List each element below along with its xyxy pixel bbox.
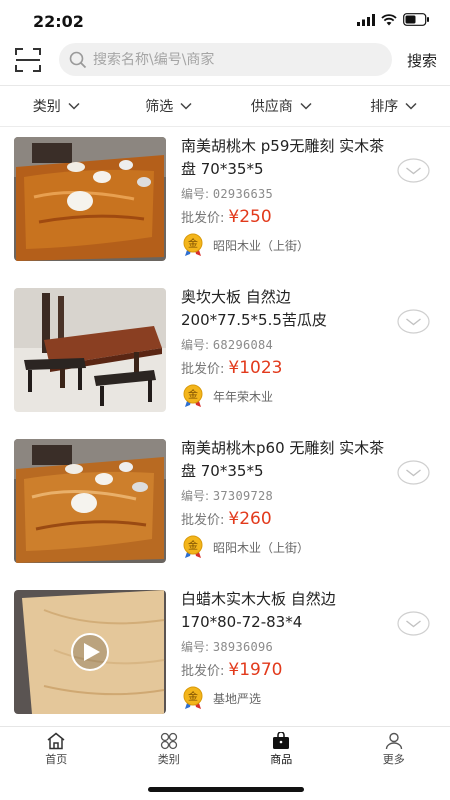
tab-more-label: 更多 <box>382 753 405 766</box>
product-price-row: 批发价: ¥1023 <box>181 358 282 378</box>
chevron-down-icon <box>300 102 312 110</box>
signal-icon <box>357 13 375 26</box>
seller-info[interactable]: 金 基地严选 <box>181 686 261 710</box>
product-code-label: 编号: <box>181 338 210 352</box>
wifi-icon <box>381 13 397 25</box>
tab-home[interactable]: 首页 <box>0 727 113 768</box>
filter-bar: 类别 筛选 供应商 排序 <box>0 86 450 126</box>
product-code-value: 68296084 <box>212 338 274 352</box>
seller-name: 昭阳木业（上街） <box>213 540 310 555</box>
product-image[interactable] <box>14 288 166 412</box>
filter-supplier-label: 供应商 <box>250 99 293 115</box>
expand-chevron-icon[interactable] <box>397 158 430 183</box>
filter-sort[interactable]: 排序 <box>338 86 450 126</box>
product-title[interactable]: 南美胡桃木 p59无雕刻 实木茶盘 70*35*5 <box>181 135 391 181</box>
product-title[interactable]: 南美胡桃木p60 无雕刻 实木茶盘 70*35*5 <box>181 437 391 483</box>
price-value: ¥260 <box>228 509 272 529</box>
product-image[interactable] <box>14 137 166 261</box>
svg-text:金: 金 <box>188 237 198 250</box>
battery-icon <box>403 13 429 26</box>
product-title[interactable]: 白蜡木实木大板 自然边 170*80-72-83*4 <box>181 588 391 634</box>
product-code-label: 编号: <box>181 489 210 503</box>
seller-info[interactable]: 金 年年荣木业 <box>181 384 273 408</box>
price-label: 批发价: <box>181 664 225 679</box>
svg-text:金: 金 <box>188 690 198 703</box>
expand-chevron-icon[interactable] <box>397 309 430 334</box>
product-code: 编号: 02936635 <box>181 185 273 202</box>
price-label: 批发价: <box>181 513 225 528</box>
tab-more[interactable]: 更多 <box>338 727 450 768</box>
search-icon <box>69 51 87 68</box>
filter-category[interactable]: 类别 <box>0 86 113 126</box>
expand-chevron-icon[interactable] <box>397 611 430 636</box>
bottom-tab-bar: 首页 类别 商品 更多 <box>0 726 450 768</box>
product-list: 南美胡桃木 p59无雕刻 实木茶盘 70*35*5 编号: 02936635 批… <box>0 127 450 725</box>
chevron-down-icon <box>68 102 80 110</box>
gold-medal-icon: 金 <box>183 233 203 256</box>
home-icon <box>47 732 65 750</box>
svg-text:金: 金 <box>188 388 198 401</box>
product-code: 编号: 38936096 <box>181 638 273 655</box>
tab-products[interactable]: 商品 <box>225 727 338 768</box>
tab-home-label: 首页 <box>45 753 68 766</box>
search-input[interactable] <box>93 51 373 68</box>
price-value: ¥1023 <box>228 358 283 378</box>
product-code-value: 02936635 <box>212 187 274 201</box>
product-code-label: 编号: <box>181 640 210 654</box>
seller-name: 年年荣木业 <box>213 389 274 404</box>
tab-category[interactable]: 类别 <box>113 727 226 768</box>
chevron-down-icon <box>405 102 417 110</box>
filter-screen[interactable]: 筛选 <box>113 86 226 126</box>
filter-category-label: 类别 <box>32 99 61 115</box>
search-button[interactable]: 搜索 <box>407 50 437 71</box>
product-item[interactable]: 奥坎大板 自然边 200*77.5*5.5苦瓜皮 编号: 68296084 批发… <box>0 278 450 428</box>
price-label: 批发价: <box>181 362 225 377</box>
seller-info[interactable]: 金 昭阳木业（上街） <box>181 233 309 257</box>
product-price-row: 批发价: ¥260 <box>181 509 272 529</box>
tab-category-label: 类别 <box>157 753 180 766</box>
product-image[interactable] <box>14 439 166 563</box>
price-label: 批发价: <box>181 211 225 226</box>
product-code-value: 38936096 <box>212 640 274 654</box>
gold-medal-icon: 金 <box>183 686 203 709</box>
tab-products-label: 商品 <box>270 753 293 766</box>
product-code: 编号: 37309728 <box>181 487 273 504</box>
status-bar: 22:02 <box>0 0 450 40</box>
scan-icon[interactable] <box>14 46 42 74</box>
gold-medal-icon: 金 <box>183 535 203 558</box>
svg-text:金: 金 <box>188 539 198 552</box>
product-item[interactable]: 白蜡木实木大板 自然边 170*80-72-83*4 编号: 38936096 … <box>0 580 450 725</box>
product-code-label: 编号: <box>181 187 210 201</box>
status-time: 22:02 <box>33 12 84 31</box>
product-item[interactable]: 南美胡桃木 p59无雕刻 实木茶盘 70*35*5 编号: 02936635 批… <box>0 127 450 277</box>
search-box[interactable] <box>59 43 392 76</box>
product-title[interactable]: 奥坎大板 自然边 200*77.5*5.5苦瓜皮 <box>181 286 391 332</box>
gold-medal-icon: 金 <box>183 384 203 407</box>
bag-icon <box>273 732 290 749</box>
seller-name: 基地严选 <box>213 691 262 706</box>
product-code-value: 37309728 <box>212 489 274 503</box>
chevron-down-icon <box>180 102 192 110</box>
filter-supplier[interactable]: 供应商 <box>225 86 338 126</box>
price-value: ¥1970 <box>228 660 283 680</box>
product-image[interactable] <box>14 590 166 714</box>
filter-sort-label: 排序 <box>370 99 399 115</box>
user-icon <box>385 732 402 750</box>
home-indicator <box>148 787 304 792</box>
product-price-row: 批发价: ¥1970 <box>181 660 282 680</box>
seller-info[interactable]: 金 昭阳木业（上街） <box>181 535 309 559</box>
category-icon <box>160 732 177 750</box>
product-item[interactable]: 南美胡桃木p60 无雕刻 实木茶盘 70*35*5 编号: 37309728 批… <box>0 429 450 579</box>
filter-screen-label: 筛选 <box>145 99 174 115</box>
price-value: ¥250 <box>228 207 272 227</box>
seller-name: 昭阳木业（上街） <box>213 238 310 253</box>
product-code: 编号: 68296084 <box>181 336 273 353</box>
expand-chevron-icon[interactable] <box>397 460 430 485</box>
search-row: 搜索 <box>0 40 450 84</box>
status-icons <box>357 13 430 26</box>
product-price-row: 批发价: ¥250 <box>181 207 272 227</box>
